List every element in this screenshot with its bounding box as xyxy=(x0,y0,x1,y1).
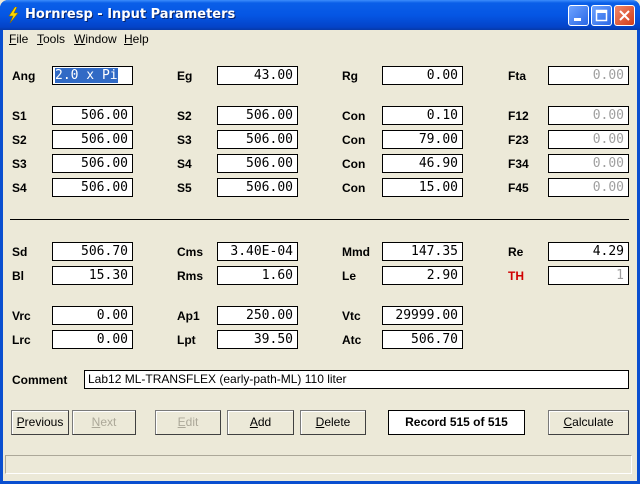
rg-field[interactable]: 0.00 xyxy=(382,66,463,85)
sd-field[interactable]: 506.70 xyxy=(52,242,133,261)
menu-tools[interactable]: Tools xyxy=(37,32,65,46)
record-indicator: Record 515 of 515 xyxy=(388,410,525,435)
lpt-label: Lpt xyxy=(177,333,196,347)
maximize-button[interactable] xyxy=(591,5,612,26)
s1-label: S1 xyxy=(12,109,27,123)
s3-label: S3 xyxy=(12,157,27,171)
s4-field-right[interactable]: 506.00 xyxy=(217,154,298,173)
title-bar[interactable]: Hornresp - Input Parameters xyxy=(0,0,640,30)
window-title: Hornresp - Input Parameters xyxy=(25,7,236,22)
ang-field[interactable]: 2.0 x Pi xyxy=(52,66,133,85)
bl-label: Bl xyxy=(12,269,24,283)
eg-label: Eg xyxy=(177,69,193,83)
menu-file[interactable]: File xyxy=(9,32,28,46)
sd-label: Sd xyxy=(12,245,28,259)
cms-field[interactable]: 3.40E-04 xyxy=(217,242,298,261)
s2-label: S2 xyxy=(12,133,27,147)
lrc-label: Lrc xyxy=(12,333,31,347)
fta-field: 0.00 xyxy=(548,66,629,85)
minimize-icon xyxy=(574,18,581,21)
lrc-field[interactable]: 0.00 xyxy=(52,330,133,349)
mmd-label: Mmd xyxy=(342,245,370,259)
con4-field[interactable]: 15.00 xyxy=(382,178,463,197)
le-field[interactable]: 2.90 xyxy=(382,266,463,285)
s2-field-right[interactable]: 506.00 xyxy=(217,106,298,125)
menu-bar: File Tools Window Help xyxy=(3,30,637,48)
con1-field[interactable]: 0.10 xyxy=(382,106,463,125)
s1-field[interactable]: 506.00 xyxy=(52,106,133,125)
s3-label-right: S3 xyxy=(177,133,192,147)
f45-field: 0.00 xyxy=(548,178,629,197)
mmd-field[interactable]: 147.35 xyxy=(382,242,463,261)
s5-label: S5 xyxy=(177,181,192,195)
vrc-field[interactable]: 0.00 xyxy=(52,306,133,325)
bl-field[interactable]: 15.30 xyxy=(52,266,133,285)
s3-field-right[interactable]: 506.00 xyxy=(217,130,298,149)
con4-label: Con xyxy=(342,181,366,195)
con3-field[interactable]: 46.90 xyxy=(382,154,463,173)
s5-field[interactable]: 506.00 xyxy=(217,178,298,197)
f12-label: F12 xyxy=(508,109,529,123)
th-label: TH xyxy=(508,269,524,283)
ap1-field[interactable]: 250.00 xyxy=(217,306,298,325)
lightning-app-icon xyxy=(8,7,19,23)
comment-label: Comment xyxy=(12,373,68,387)
f23-label: F23 xyxy=(508,133,529,147)
s3-field[interactable]: 506.00 xyxy=(52,154,133,173)
calculate-button[interactable]: Calculate xyxy=(548,410,629,435)
vtc-label: Vtc xyxy=(342,309,361,323)
re-label: Re xyxy=(508,245,524,259)
f23-field: 0.00 xyxy=(548,130,629,149)
rms-label: Rms xyxy=(177,269,204,283)
re-field[interactable]: 4.29 xyxy=(548,242,629,261)
fta-label: Fta xyxy=(508,69,526,83)
rg-label: Rg xyxy=(342,69,358,83)
s2-field[interactable]: 506.00 xyxy=(52,130,133,149)
ap1-label: Ap1 xyxy=(177,309,200,323)
menu-window[interactable]: Window xyxy=(74,32,117,46)
section-divider xyxy=(10,219,629,220)
con2-label: Con xyxy=(342,133,366,147)
close-icon xyxy=(619,10,630,21)
edit-button[interactable]: Edit xyxy=(155,410,221,435)
next-button[interactable]: Next xyxy=(72,410,136,435)
menu-help[interactable]: Help xyxy=(124,32,149,46)
f34-field: 0.00 xyxy=(548,154,629,173)
f45-label: F45 xyxy=(508,181,529,195)
th-field: 1 xyxy=(548,266,629,285)
maximize-icon xyxy=(595,9,608,22)
previous-button[interactable]: Previous xyxy=(11,410,69,435)
s4-label: S4 xyxy=(12,181,27,195)
vrc-label: Vrc xyxy=(12,309,31,323)
con1-label: Con xyxy=(342,109,366,123)
rms-field[interactable]: 1.60 xyxy=(217,266,298,285)
s2-label-right: S2 xyxy=(177,109,192,123)
f34-label: F34 xyxy=(508,157,529,171)
comment-field[interactable]: Lab12 ML-TRANSFLEX (early-path-ML) 110 l… xyxy=(84,370,629,389)
s4-label-right: S4 xyxy=(177,157,192,171)
delete-button[interactable]: Delete xyxy=(300,410,366,435)
cms-label: Cms xyxy=(177,245,204,259)
vtc-field[interactable]: 29999.00 xyxy=(382,306,463,325)
add-button[interactable]: Add xyxy=(227,410,294,435)
minimize-button[interactable] xyxy=(568,5,589,26)
s4-field[interactable]: 506.00 xyxy=(52,178,133,197)
atc-label: Atc xyxy=(342,333,362,347)
le-label: Le xyxy=(342,269,357,283)
f12-field: 0.00 xyxy=(548,106,629,125)
close-button[interactable] xyxy=(614,5,635,26)
ang-label: Ang xyxy=(12,69,36,83)
atc-field[interactable]: 506.70 xyxy=(382,330,463,349)
con2-field[interactable]: 79.00 xyxy=(382,130,463,149)
status-bar xyxy=(5,455,632,474)
eg-field[interactable]: 43.00 xyxy=(217,66,298,85)
lpt-field[interactable]: 39.50 xyxy=(217,330,298,349)
con3-label: Con xyxy=(342,157,366,171)
